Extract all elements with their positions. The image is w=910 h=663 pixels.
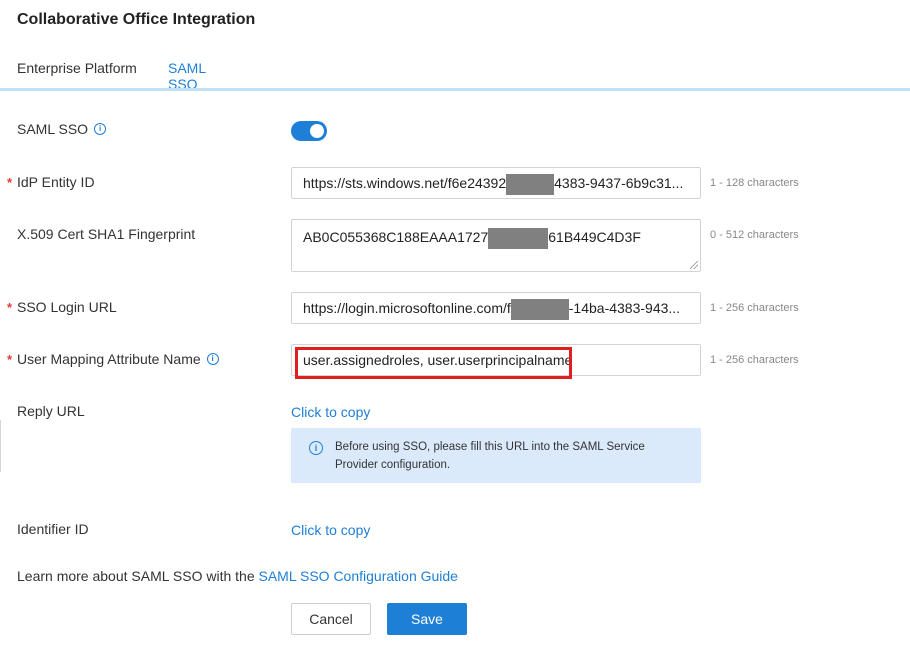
required-marker: * [7,352,13,367]
divider [0,420,1,472]
user-mapping-label-row: User Mapping Attribute Name i [17,351,219,367]
idp-entity-id-value-start: https://sts.windows.net/f6e24392 [303,175,507,191]
identifier-id-copy-link[interactable]: Click to copy [291,522,370,538]
learn-more-prefix: Learn more about SAML SSO with the [17,568,259,584]
info-icon: i [309,441,323,455]
sso-login-url-value-start: https://login.microsoftonline.com/f [303,300,511,316]
redaction [488,228,549,249]
info-icon[interactable]: i [206,353,219,365]
cert-fingerprint-value-start: AB0C055368C188EAAA1727 [303,229,489,246]
sso-login-url-label: SSO Login URL [17,299,117,315]
config-guide-link[interactable]: SAML SSO Configuration Guide [259,568,458,584]
page-title: Collaborative Office Integration [17,11,256,28]
user-mapping-label: User Mapping Attribute Name [17,351,201,367]
tab-enterprise-platform[interactable]: Enterprise Platform [17,60,137,89]
notice-text: Before using SSO, please fill this URL i… [335,441,645,471]
cert-fingerprint-hint: 0 - 512 characters [710,229,799,241]
cancel-button[interactable]: Cancel [291,603,371,635]
cert-fingerprint-label: X.509 Cert SHA1 Fingerprint [17,226,196,242]
tab-bar: Enterprise Platform SAML SSO [0,56,910,92]
idp-entity-id-field[interactable]: https://sts.windows.net/f6e24392 4383-943… [291,167,701,199]
idp-entity-id-hint: 1 - 128 characters [710,177,799,189]
resize-handle-icon[interactable] [690,261,698,269]
saml-sso-label: SAML SSO [17,121,89,137]
sso-login-url-field[interactable]: https://login.microsoftonline.com/f -14ba… [291,292,701,324]
info-icon[interactable]: i [94,123,107,135]
redaction [506,173,555,195]
user-mapping-field[interactable]: user.assignedroles, user.userprincipalna… [291,344,701,376]
required-marker: * [7,175,13,190]
saml-sso-toggle[interactable] [291,121,327,141]
tab-saml-sso[interactable]: SAML SSO [168,60,235,92]
identifier-id-label: Identifier ID [17,521,89,537]
toggle-knob [310,124,324,138]
save-button[interactable]: Save [387,603,467,635]
user-mapping-hint: 1 - 256 characters [710,354,799,366]
reply-url-notice: i Before using SSO, please fill this URL… [291,428,701,483]
idp-entity-id-value-end: 4383-9437-6b9c31... [554,175,684,191]
required-marker: * [7,300,13,315]
user-mapping-value: user.assignedroles, user.userprincipalna… [303,352,573,368]
reply-url-label: Reply URL [17,403,85,419]
redaction [510,298,569,320]
learn-more-text: Learn more about SAML SSO with the SAML … [17,568,458,584]
sso-login-url-hint: 1 - 256 characters [710,302,799,314]
reply-url-copy-link[interactable]: Click to copy [291,404,370,420]
sso-login-url-value-end: -14ba-4383-943... [568,300,681,316]
idp-entity-id-label: IdP Entity ID [17,174,95,190]
tab-divider [0,88,910,91]
saml-sso-label-row: SAML SSO i [17,121,107,137]
cert-fingerprint-value-end: 61B449C4D3F [548,229,641,246]
cert-fingerprint-textarea[interactable]: AB0C055368C188EAAA1727 61B449C4D3F [291,219,701,272]
